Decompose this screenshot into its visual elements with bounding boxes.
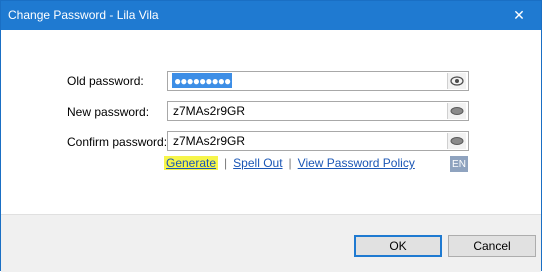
confirm-password-value: z7MAs2r9GR (173, 134, 246, 148)
spell-out-link[interactable]: Spell Out (233, 156, 282, 170)
password-actions: Generate | Spell Out | View Password Policy (164, 156, 415, 172)
eye-icon (450, 76, 464, 86)
show-password-toggle[interactable] (447, 73, 466, 89)
change-password-dialog: Change Password - Lila Vila ✕ Old passwo… (0, 0, 542, 272)
eye-closed-icon (450, 137, 464, 145)
dialog-footer: OK Cancel (1, 214, 541, 272)
close-icon: ✕ (513, 7, 525, 23)
confirm-password-field[interactable]: z7MAs2r9GR (167, 131, 469, 151)
old-password-value: ●●●●●●●●● (172, 73, 233, 88)
generate-link[interactable]: Generate (164, 156, 219, 170)
old-password-field[interactable]: ●●●●●●●●● (167, 71, 469, 91)
confirm-password-visibility-toggle[interactable] (447, 133, 466, 149)
new-password-label: New password: (67, 105, 150, 119)
window-title: Change Password - Lila Vila (8, 8, 159, 22)
cancel-button[interactable]: Cancel (448, 235, 536, 257)
confirm-password-label: Confirm password: (67, 135, 168, 149)
link-separator: | (288, 156, 292, 170)
close-button[interactable]: ✕ (497, 1, 541, 30)
keyboard-language-badge: EN (450, 156, 468, 172)
eye-closed-icon (450, 107, 464, 115)
view-password-policy-link[interactable]: View Password Policy (298, 156, 415, 170)
title-bar[interactable]: Change Password - Lila Vila ✕ (1, 1, 541, 30)
ok-button[interactable]: OK (354, 235, 442, 257)
new-password-visibility-toggle[interactable] (447, 103, 466, 119)
new-password-field[interactable]: z7MAs2r9GR (167, 101, 469, 121)
old-password-label: Old password: (67, 74, 144, 88)
link-separator: | (224, 156, 228, 170)
new-password-value: z7MAs2r9GR (173, 104, 246, 118)
